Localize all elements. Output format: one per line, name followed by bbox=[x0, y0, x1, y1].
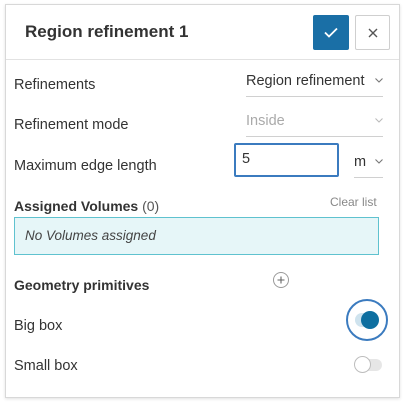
apply-button[interactable] bbox=[313, 15, 349, 50]
panel-header: Region refinement 1 bbox=[6, 5, 399, 60]
geometry-primitives-heading: Geometry primitives bbox=[14, 277, 150, 293]
toggle-knob bbox=[361, 311, 379, 329]
primitive-label-small-box: Small box bbox=[14, 358, 78, 374]
max-edge-length-label: Maximum edge length bbox=[14, 158, 157, 174]
toggle-knob bbox=[354, 356, 371, 373]
assigned-volumes-label: Assigned Volumes bbox=[14, 198, 139, 214]
check-icon bbox=[324, 27, 338, 38]
refinement-mode-label: Refinement mode bbox=[14, 117, 129, 133]
unit-select[interactable]: m bbox=[354, 150, 383, 178]
max-edge-length-input[interactable]: 5 bbox=[234, 143, 339, 177]
close-icon bbox=[368, 28, 377, 37]
refinements-value: Region refinement bbox=[246, 73, 365, 89]
refinement-mode-select[interactable]: Inside bbox=[246, 109, 383, 137]
refinements-label: Refinements bbox=[14, 77, 96, 93]
add-primitive-button[interactable] bbox=[273, 272, 289, 288]
max-edge-length-value: 5 bbox=[242, 151, 251, 167]
refinement-mode-value: Inside bbox=[246, 113, 285, 129]
assigned-volumes-count: (0) bbox=[142, 198, 160, 214]
refinements-select[interactable]: Region refinement bbox=[246, 69, 383, 97]
chevron-down-icon bbox=[375, 159, 383, 164]
unit-value: m bbox=[354, 154, 367, 170]
assigned-volumes-heading: Assigned Volumes (0) bbox=[14, 198, 159, 214]
clear-list-link[interactable]: Clear list bbox=[330, 195, 377, 209]
plus-icon bbox=[277, 276, 285, 284]
no-volumes-text: No Volumes assigned bbox=[25, 228, 156, 243]
panel-title: Region refinement 1 bbox=[25, 22, 189, 41]
close-button[interactable] bbox=[355, 15, 390, 50]
chevron-down-icon bbox=[375, 118, 383, 123]
assigned-volumes-box[interactable]: No Volumes assigned bbox=[14, 217, 379, 255]
chevron-down-icon bbox=[375, 78, 383, 83]
primitive-label-big-box: Big box bbox=[14, 318, 63, 334]
